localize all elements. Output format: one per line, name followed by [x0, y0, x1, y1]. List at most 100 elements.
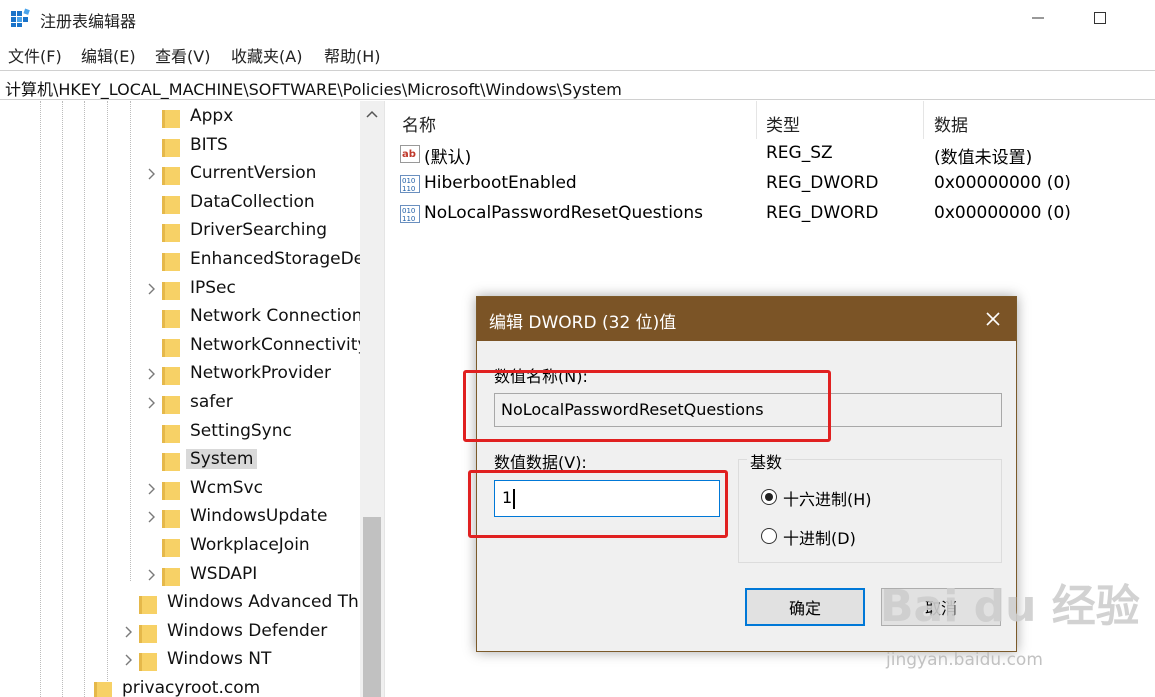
tree-item-label: Network Connection [190, 306, 363, 327]
value-data: 0x00000000 (0) [934, 203, 1071, 223]
menu-help[interactable]: 帮助(H) [324, 43, 381, 67]
tree-item-label: WindowsUpdate [190, 506, 328, 527]
hex-radio[interactable] [761, 489, 777, 505]
string-value-icon: ab [400, 145, 420, 163]
folder-icon [162, 567, 180, 586]
value-name: (默认) [424, 148, 472, 168]
folder-icon [162, 253, 180, 271]
tree-item-label: System [186, 449, 258, 470]
tree-item-label: Appx [190, 106, 234, 126]
tree-item-label: CurrentVersion [190, 163, 317, 184]
window-title: 注册表编辑器 [40, 12, 137, 31]
title-bar: 注册表编辑器 [0, 0, 1155, 36]
watermark-url: jingyan.baidu.com [886, 650, 1043, 670]
tree-item-label: WorkplaceJoin [190, 535, 310, 555]
tree-item-label: WSDAPI [190, 563, 258, 584]
expand-chevron-icon[interactable] [123, 652, 135, 668]
expand-chevron-icon[interactable] [146, 509, 158, 525]
tree-item-label: NetworkProvider [190, 363, 331, 384]
value-data: (数值未设置) [934, 148, 1033, 168]
folder-icon [139, 653, 157, 672]
baidu-watermark: Bai du 经验 jingyan.baidu.com [880, 570, 1150, 690]
tree-scrollbar-thumb[interactable] [363, 517, 381, 697]
highlight-value-data [468, 470, 728, 538]
expand-chevron-icon[interactable] [146, 166, 158, 182]
tree-item-label: DriverSearching [190, 220, 328, 241]
value-type: REG_DWORD [766, 203, 879, 223]
expand-chevron-icon[interactable] [146, 395, 158, 411]
menu-file[interactable]: 文件(F) [8, 43, 62, 67]
folder-icon [162, 310, 180, 329]
base-label: 基数 [747, 449, 786, 473]
value-type: REG_DWORD [766, 173, 879, 193]
value-name: NoLocalPasswordResetQuestions [424, 203, 703, 223]
address-path[interactable]: 计算机\HKEY_LOCAL_MACHINE\SOFTWARE\Policies… [5, 76, 622, 100]
watermark-logo: Bai du 经验 [880, 581, 1140, 632]
expand-chevron-icon[interactable] [146, 567, 158, 583]
column-header-name[interactable]: 名称 [402, 111, 436, 136]
scroll-up-icon[interactable] [360, 101, 384, 127]
dialog-title-bar[interactable]: 编辑 DWORD (32 位)值 [477, 297, 1016, 341]
base-groupbox [738, 459, 1002, 563]
maximize-button[interactable] [1070, 0, 1130, 36]
expand-chevron-icon[interactable] [146, 481, 158, 497]
folder-icon [94, 682, 112, 697]
folder-icon [162, 396, 180, 414]
dialog-title: 编辑 DWORD (32 位)值 [489, 313, 677, 333]
address-bar[interactable]: 计算机\HKEY_LOCAL_MACHINE\SOFTWARE\Policies… [0, 70, 1155, 100]
maximize-icon [1094, 12, 1106, 24]
folder-icon [162, 367, 180, 386]
value-row[interactable]: ab (默认) REG_SZ (数值未设置) [390, 139, 1155, 169]
svg-text:ab: ab [402, 149, 416, 160]
svg-text:010: 010 [402, 207, 415, 215]
tree-item-label: WcmSvc [190, 477, 263, 498]
folder-icon [162, 224, 180, 243]
menu-favorites[interactable]: 收藏夹(A) [231, 43, 302, 67]
expand-chevron-icon[interactable] [146, 366, 158, 382]
regedit-app-icon [11, 8, 30, 27]
column-header-type[interactable]: 类型 [766, 111, 800, 136]
tree-item-label: Windows Advanced Thr [167, 592, 366, 613]
svg-text:110: 110 [402, 215, 415, 223]
tree-item-label: SettingSync [190, 420, 292, 441]
folder-icon [162, 110, 180, 128]
folder-icon [162, 167, 180, 186]
minimize-icon [1032, 17, 1044, 19]
column-header-data[interactable]: 数据 [934, 111, 968, 136]
menu-view[interactable]: 查看(V) [155, 43, 210, 67]
value-data: 0x00000000 (0) [934, 173, 1071, 193]
dialog-close-button[interactable] [975, 301, 1011, 337]
value-row[interactable]: 010 110 NoLocalPasswordResetQuestions RE… [390, 199, 1155, 229]
registry-tree[interactable]: Appx BITS CurrentVersion DataCollection Driv… [0, 101, 384, 697]
svg-text:010: 010 [402, 177, 415, 185]
folder-icon [162, 424, 180, 443]
value-type: REG_SZ [766, 143, 833, 163]
value-name: HiberbootEnabled [424, 173, 577, 193]
tree-item-label: DataCollection [190, 191, 315, 212]
tree-item-label: privacyroot.com [122, 678, 261, 697]
folder-icon [162, 481, 180, 500]
folder-icon [162, 195, 180, 214]
folder-icon [162, 338, 180, 357]
expand-chevron-icon[interactable] [146, 281, 158, 297]
value-row[interactable]: 010 110 HiberbootEnabled REG_DWORD 0x000… [390, 169, 1155, 199]
close-icon [986, 312, 1000, 326]
dword-value-icon: 010 110 [400, 205, 420, 223]
tree-item-label: Windows NT [167, 649, 272, 670]
menu-bar: 文件(F) 编辑(E) 查看(V) 收藏夹(A) 帮助(H) [0, 38, 1155, 68]
hex-radio-label[interactable]: 十六进制(H) [783, 486, 872, 510]
menu-edit[interactable]: 编辑(E) [81, 43, 136, 67]
folder-icon [162, 453, 180, 472]
tree-item-label: BITS [190, 134, 228, 155]
tree-item-label: EnhancedStorageDe [190, 249, 365, 269]
dec-radio[interactable] [761, 528, 777, 544]
expand-chevron-icon[interactable] [123, 624, 135, 640]
folder-icon [162, 510, 180, 529]
tree-item-label: Windows Defender [167, 620, 328, 641]
ok-button[interactable]: 确定 [745, 588, 865, 626]
dword-value-icon: 010 110 [400, 175, 420, 193]
folder-icon [162, 281, 180, 300]
minimize-button[interactable] [1008, 0, 1068, 36]
dec-radio-label[interactable]: 十进制(D) [783, 525, 856, 549]
tree-item-label: safer [190, 392, 233, 412]
